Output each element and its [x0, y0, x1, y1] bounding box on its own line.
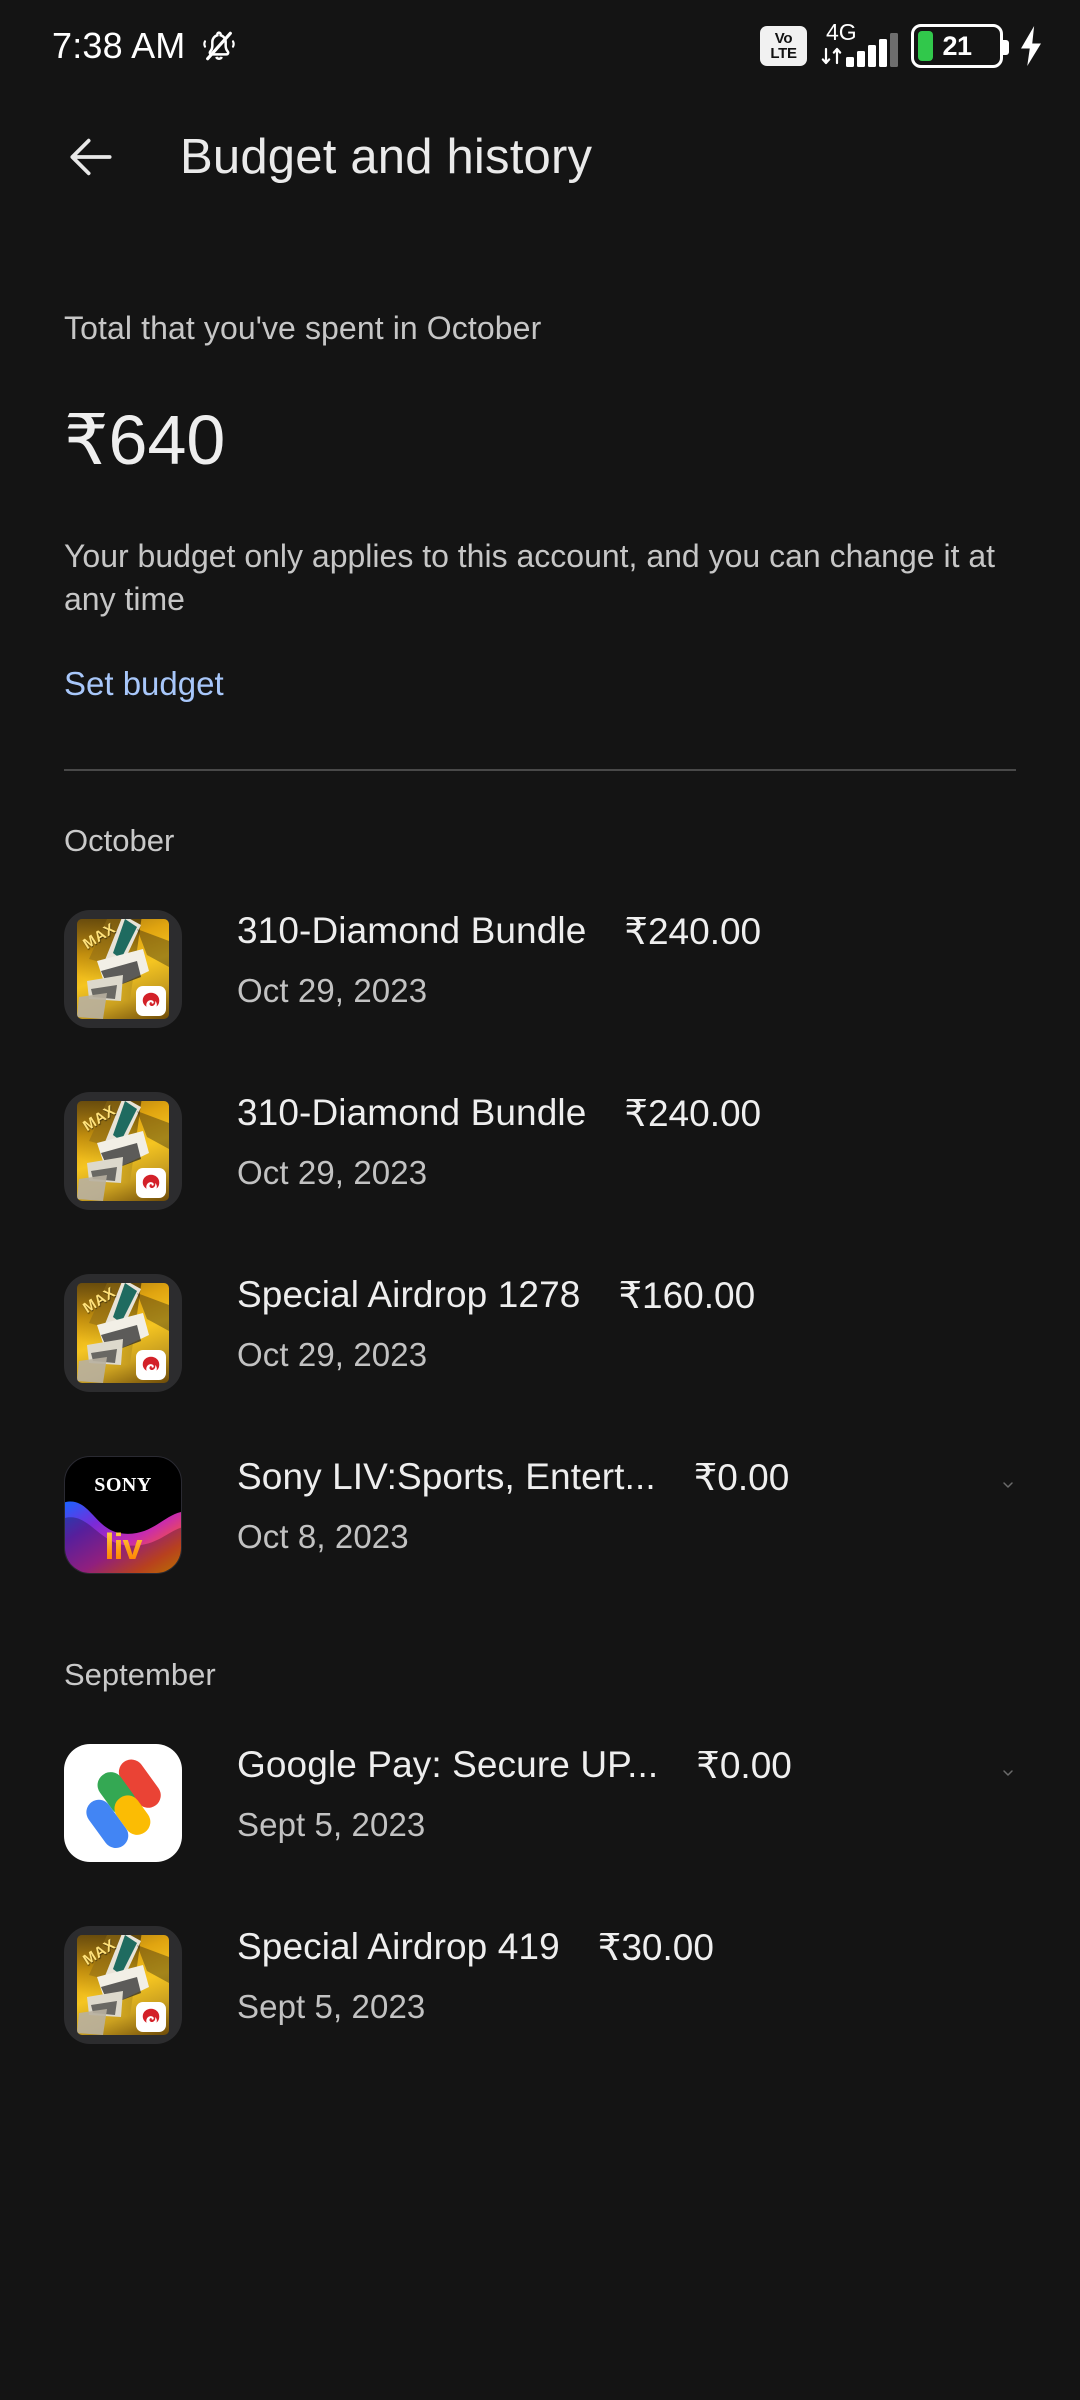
row-texts: Google Pay: Secure UP... Sept 5, 2023 — [237, 1744, 658, 1844]
transaction-date: Sept 5, 2023 — [237, 1806, 426, 1844]
lightning-bolt-icon — [1016, 24, 1046, 68]
free-fire-max-app-icon: MAX — [64, 1274, 182, 1393]
garena-logo-icon — [136, 2002, 166, 2033]
row-texts: Special Airdrop 1278 Oct 29, 2023 — [237, 1274, 580, 1374]
transaction-price: ₹30.00 — [597, 1927, 714, 1969]
table-row[interactable]: MAX 310-Diamond Bundle Oct 29, 2023 ₹240… — [64, 877, 1016, 1059]
row-body: Sony LIV:Sports, Entert... Oct 8, 2023 ₹… — [237, 1456, 1016, 1556]
table-row[interactable]: SONY liv Sony LIV:Sports, Entert... Oct … — [64, 1423, 1016, 1605]
table-row[interactable]: MAX Special Airdrop 419 Sept 5, 2023 ₹30… — [64, 1893, 1016, 2075]
row-body: Special Airdrop 419 Sept 5, 2023 ₹30.00 — [237, 1926, 1016, 2026]
sony-label: SONY — [94, 1474, 152, 1497]
transaction-price: ₹0.00 — [693, 1457, 790, 1499]
data-transfer-arrows-icon — [820, 45, 846, 67]
volte-icon: Vo LTE — [760, 26, 807, 66]
page-title: Budget and history — [180, 130, 593, 184]
transaction-date: Oct 29, 2023 — [237, 972, 428, 1010]
status-bar-clock: 7:38 AM — [52, 25, 186, 66]
signal-bars-icon — [846, 33, 898, 67]
row-body: Google Pay: Secure UP... Sept 5, 2023 ₹0… — [237, 1744, 1016, 1844]
row-body: 310-Diamond Bundle Oct 29, 2023 ₹240.00 — [237, 1092, 1016, 1192]
battery-icon: 21 — [911, 24, 1009, 68]
app-bar: Budget and history — [0, 92, 1080, 222]
main-content: Total that you've spent in October ₹640 … — [0, 310, 1080, 2075]
row-texts: Sony LIV:Sports, Entert... Oct 8, 2023 — [237, 1456, 656, 1556]
status-bar-left: 7:38 AM — [52, 25, 239, 67]
total-spent-amount: ₹640 — [64, 401, 226, 479]
transaction-date: Oct 8, 2023 — [237, 1518, 409, 1556]
chevron-down-icon[interactable] — [970, 1744, 1016, 1796]
bell-mute-icon — [199, 26, 239, 66]
back-arrow-icon[interactable] — [52, 118, 130, 196]
transaction-title: Google Pay: Secure UP... — [237, 1744, 659, 1786]
transaction-title: 310-Diamond Bundle — [237, 910, 587, 952]
table-row[interactable]: Google Pay: Secure UP... Sept 5, 2023 ₹0… — [64, 1711, 1016, 1893]
volte-bottom-label: LTE — [770, 45, 797, 62]
section-divider — [64, 769, 1016, 772]
total-spent-label: Total that you've spent in October — [64, 310, 542, 346]
sony-liv-app-icon: SONY liv — [64, 1456, 182, 1575]
row-texts: Special Airdrop 419 Sept 5, 2023 — [237, 1926, 560, 2026]
google-pay-app-icon — [64, 1744, 182, 1863]
battery-percent-label: 21 — [942, 30, 972, 61]
transaction-price: ₹160.00 — [618, 1275, 756, 1317]
transaction-price: ₹240.00 — [624, 911, 762, 953]
set-budget-link[interactable]: Set budget — [64, 665, 224, 703]
transaction-title: Special Airdrop 1278 — [237, 1274, 581, 1316]
garena-logo-icon — [136, 986, 166, 1017]
transaction-list-october: MAX 310-Diamond Bundle Oct 29, 2023 ₹240… — [64, 877, 1016, 1605]
row-texts: 310-Diamond Bundle Oct 29, 2023 — [237, 910, 586, 1010]
volte-top-label: Vo — [774, 30, 793, 47]
section-header-october: October — [64, 823, 175, 859]
transaction-title: Sony LIV:Sports, Entert... — [237, 1456, 656, 1498]
free-fire-max-app-icon: MAX — [64, 910, 182, 1029]
transaction-date: Sept 5, 2023 — [237, 1988, 426, 2026]
transaction-title: Special Airdrop 419 — [237, 1926, 560, 1968]
chevron-down-icon[interactable] — [970, 1456, 1016, 1508]
garena-logo-icon — [136, 1168, 166, 1199]
row-texts: 310-Diamond Bundle Oct 29, 2023 — [237, 1092, 586, 1192]
free-fire-max-app-icon: MAX — [64, 1926, 182, 2045]
section-header-september: September — [64, 1657, 216, 1693]
liv-label: liv — [65, 1529, 181, 1565]
budget-description: Your budget only applies to this account… — [64, 538, 996, 618]
transaction-title: 310-Diamond Bundle — [237, 1092, 587, 1134]
table-row[interactable]: MAX 310-Diamond Bundle Oct 29, 2023 ₹240… — [64, 1059, 1016, 1241]
row-body: 310-Diamond Bundle Oct 29, 2023 ₹240.00 — [237, 910, 1016, 1010]
garena-logo-icon — [136, 1350, 166, 1381]
status-bar: 7:38 AM Vo LTE 4G 21 — [0, 0, 1080, 92]
transaction-date: Oct 29, 2023 — [237, 1336, 428, 1374]
status-bar-right: Vo LTE 4G 21 — [760, 21, 1046, 69]
free-fire-max-app-icon: MAX — [64, 1092, 182, 1211]
row-body: Special Airdrop 1278 Oct 29, 2023 ₹160.0… — [237, 1274, 1016, 1374]
transaction-price: ₹240.00 — [624, 1093, 762, 1135]
mobile-signal-icon: 4G — [820, 21, 898, 69]
transaction-date: Oct 29, 2023 — [237, 1154, 428, 1192]
transaction-price: ₹0.00 — [696, 1745, 792, 1787]
transaction-list-september: Google Pay: Secure UP... Sept 5, 2023 ₹0… — [64, 1711, 1016, 2075]
table-row[interactable]: MAX Special Airdrop 1278 Oct 29, 2023 ₹1… — [64, 1241, 1016, 1423]
